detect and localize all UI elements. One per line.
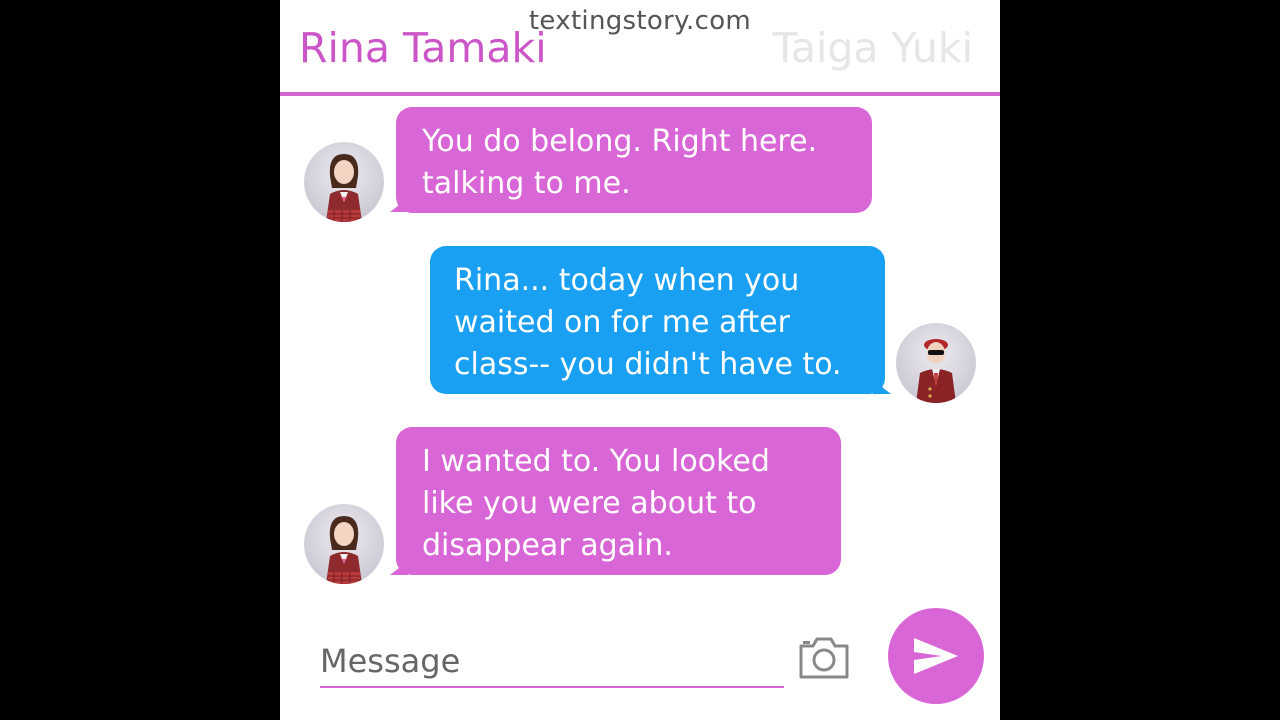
send-button[interactable] xyxy=(888,608,984,704)
avatar-taiga-figure xyxy=(916,339,956,403)
message-bubble-outgoing[interactable]: Rina... today when you waited on for me … xyxy=(430,246,885,394)
camera-icon[interactable] xyxy=(798,636,850,680)
message-composer xyxy=(280,600,1000,720)
bubble-tail xyxy=(873,380,891,394)
chat-screen: Rina Tamaki Taiga Yuki textingstory.com … xyxy=(280,0,1000,720)
send-icon xyxy=(914,638,958,674)
message-bubble-incoming[interactable]: I wanted to. You looked like you were ab… xyxy=(396,427,841,575)
avatar-taiga xyxy=(896,323,976,403)
avatar-rina xyxy=(304,142,384,222)
avatar-rina-figure xyxy=(326,154,362,222)
avatar-rina xyxy=(304,504,384,584)
avatar-rina-figure xyxy=(326,516,362,584)
watermark: textingstory.com xyxy=(528,6,752,36)
message-bubble-incoming[interactable]: You do belong. Right here. talking to me… xyxy=(396,107,872,213)
message-input[interactable] xyxy=(320,636,784,688)
